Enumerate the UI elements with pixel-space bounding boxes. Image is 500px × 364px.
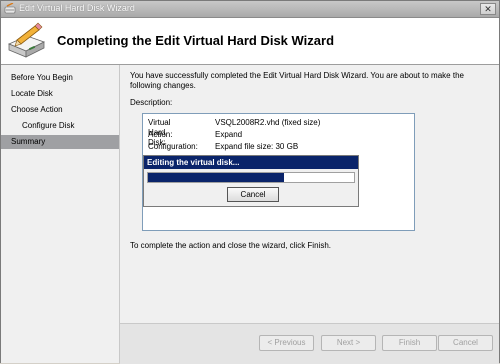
close-button[interactable]: ✕ [480, 3, 496, 15]
nav-item-choose-action[interactable]: Choose Action [1, 103, 119, 117]
cancel-button[interactable]: Cancel [438, 335, 493, 351]
intro-text: You have successfully completed the Edit… [130, 71, 464, 90]
nav-item-summary[interactable]: Summary [1, 135, 119, 149]
row-value: Expand file size: 30 GB [215, 142, 299, 151]
nav-item-locate-disk[interactable]: Locate Disk [1, 87, 119, 101]
progress-cancel-button[interactable]: Cancel [227, 187, 279, 202]
row-key: Configuration: [148, 142, 198, 151]
close-icon: ✕ [484, 4, 492, 14]
progress-bar [147, 172, 355, 183]
wizard-footer: < Previous Next > Finish Cancel [120, 323, 499, 364]
wizard-header: Completing the Edit Virtual Hard Disk Wi… [1, 18, 499, 65]
progress-bar-fill [148, 173, 284, 182]
wizard-window: Edit Virtual Hard Disk Wizard ✕ Completi… [0, 0, 500, 364]
nav-item-label: Summary [11, 137, 46, 146]
nav-item-label: Before You Begin [11, 73, 73, 82]
wizard-content: You have successfully completed the Edit… [120, 65, 499, 323]
progress-dialog: Editing the virtual disk... Cancel [143, 155, 359, 207]
row-value: Expand [215, 130, 243, 139]
nav-item-label: Locate Disk [11, 89, 53, 98]
disk-pencil-icon [7, 22, 46, 58]
nav-item-before-you-begin[interactable]: Before You Begin [1, 71, 119, 85]
wizard-disk-icon [4, 3, 16, 14]
description-label: Description: [130, 98, 173, 107]
nav-item-label: Choose Action [11, 105, 63, 114]
next-button[interactable]: Next > [321, 335, 376, 351]
finish-button[interactable]: Finish [382, 335, 437, 351]
window-title: Edit Virtual Hard Disk Wizard [19, 3, 135, 13]
finish-instruction: To complete the action and close the wiz… [130, 241, 331, 250]
page-title: Completing the Edit Virtual Hard Disk Wi… [57, 33, 335, 48]
nav-item-label: Configure Disk [22, 121, 75, 130]
progress-dialog-title: Editing the virtual disk... [144, 156, 358, 169]
nav-item-configure-disk[interactable]: Configure Disk [1, 119, 119, 133]
row-value: VSQL2008R2.vhd (fixed size) [215, 118, 321, 127]
row-key: Action: [148, 130, 173, 139]
title-bar[interactable]: Edit Virtual Hard Disk Wizard ✕ [1, 1, 499, 18]
previous-button[interactable]: < Previous [259, 335, 314, 351]
wizard-steps-nav: Before You Begin Locate Disk Choose Acti… [1, 65, 120, 363]
